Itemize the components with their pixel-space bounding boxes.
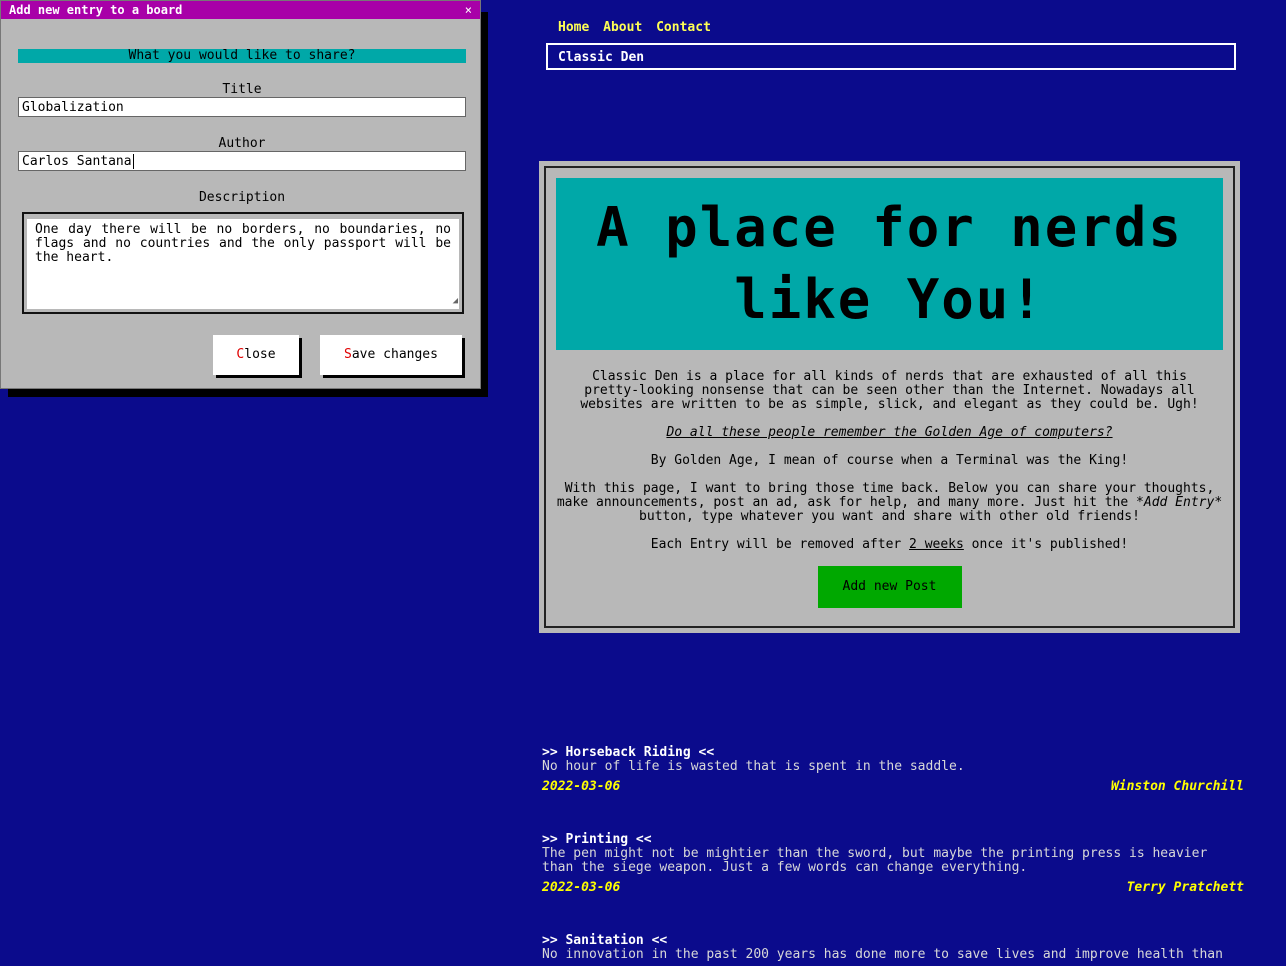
hero-intro: Classic Den is a place for all kinds of … <box>580 369 1199 412</box>
hero-purpose: With this page, I want to bring those ti… <box>556 482 1223 524</box>
nav-link-contact[interactable]: Contact <box>656 20 711 35</box>
post-title: >> Printing << <box>542 832 652 847</box>
hero-purpose-button-ref: *Add Entry* <box>1136 495 1223 510</box>
title-label: Title <box>222 82 262 97</box>
title-input[interactable]: Globalization <box>18 97 466 117</box>
hero-golden: By Golden Age, I mean of course when a T… <box>650 453 1129 468</box>
hero-panel: A place for nerds like You! Classic Den … <box>539 161 1240 633</box>
post-date: 2022-03-06 <box>542 880 621 895</box>
post-entry: >> Printing << The pen might not be migh… <box>542 832 1244 896</box>
save-label: ave changes <box>351 347 438 362</box>
hero-removal: Each Entry will be removed after 2 weeks… <box>556 538 1223 552</box>
post-title: >> Sanitation << <box>542 933 668 948</box>
description-value: One day there will be no borders, no bou… <box>35 222 451 265</box>
post-entry: >> Horseback Riding << No hour of life i… <box>542 745 1244 795</box>
add-new-post-button[interactable]: Add new Post <box>817 566 962 608</box>
hero-purpose-end: button, type whatever you want and share… <box>639 509 1140 524</box>
hero-banner: A place for nerds like You! <box>556 178 1223 350</box>
save-changes-button[interactable]: Save changes <box>320 335 462 375</box>
nav-link-about[interactable]: About <box>603 20 642 35</box>
post-date: 2022-03-06 <box>542 779 621 794</box>
hero-removal-end: once it's published! <box>963 537 1129 552</box>
author-value: Carlos Santana <box>22 154 132 169</box>
post-body: The pen might not be mightier than the s… <box>542 846 1208 875</box>
modal-titlebar: Add new entry to a board × <box>1 1 480 19</box>
hero-question: Do all these people remember the Golden … <box>556 426 1223 440</box>
resize-grip-icon[interactable]: ◢ <box>453 294 458 308</box>
description-frame: One day there will be no borders, no bou… <box>22 212 464 314</box>
hero-inner: A place for nerds like You! Classic Den … <box>544 166 1235 628</box>
top-nav: Home About Contact <box>558 20 717 35</box>
post-body: No innovation in the past 200 years has … <box>542 947 1223 962</box>
banner-line-1: A place for nerds <box>596 196 1183 259</box>
close-icon[interactable]: × <box>465 1 472 19</box>
modal-title: Add new entry to a board <box>9 3 183 17</box>
post-meta: 2022-03-06 Terry Pratchett <box>542 880 1244 895</box>
author-label: Author <box>218 136 266 151</box>
post-author: Winston Churchill <box>1110 779 1244 794</box>
post-meta: 2022-03-06 Winston Churchill <box>542 779 1244 794</box>
close-label: lose <box>244 347 276 362</box>
author-input[interactable]: Carlos Santana <box>18 151 466 171</box>
text-cursor <box>132 154 134 169</box>
close-button[interactable]: Close <box>213 335 299 375</box>
description-label: Description <box>198 190 286 205</box>
share-prompt: What you would like to share? <box>18 49 466 63</box>
hero-removal-start: Each Entry will be removed after <box>650 537 910 552</box>
nav-link-home[interactable]: Home <box>558 20 589 35</box>
post-author: Terry Pratchett <box>1126 880 1244 895</box>
post-body: No hour of life is wasted that is spent … <box>542 759 965 774</box>
site-brand: Classic Den <box>546 43 1236 70</box>
description-textarea[interactable]: One day there will be no borders, no bou… <box>27 219 459 309</box>
hero-question-link: Do all these people remember the Golden … <box>666 425 1113 440</box>
add-entry-modal: Add new entry to a board × What you woul… <box>0 0 481 389</box>
hero-removal-period: 2 weeks <box>909 537 964 552</box>
post-entry: >> Sanitation << No innovation in the pa… <box>542 934 1244 962</box>
hero-purpose-start: With this page, I want to bring those ti… <box>556 481 1215 510</box>
post-title: >> Horseback Riding << <box>542 745 715 760</box>
save-hotkey: S <box>344 347 352 362</box>
banner-line-2: like You! <box>734 268 1045 331</box>
